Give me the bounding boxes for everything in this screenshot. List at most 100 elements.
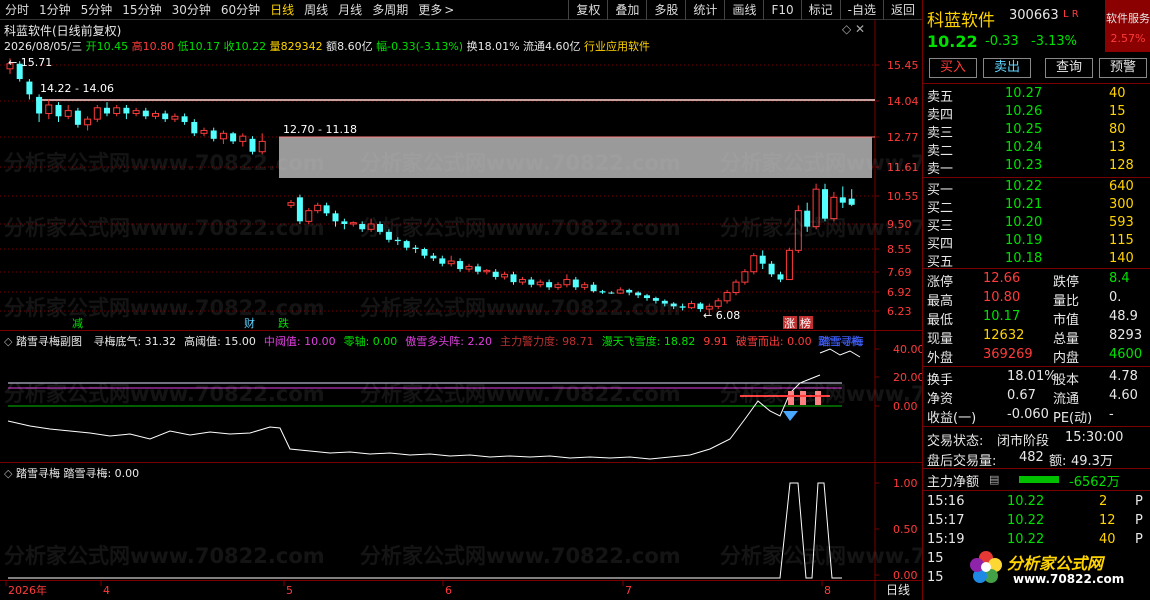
candle-body-up bbox=[171, 115, 179, 120]
stock-flags: L R bbox=[1063, 9, 1079, 20]
bid-level-price: 10.22 bbox=[1005, 179, 1043, 194]
alert-button[interactable]: 预警 bbox=[1099, 58, 1147, 78]
kline-canvas: 15.4514.0412.7711.6110.559.508.557.696.9… bbox=[0, 20, 922, 330]
candle-body-up bbox=[714, 300, 722, 307]
kline-main-chart[interactable]: 科蓝软件(日线前复权) ◇ ✕ 2026/08/05/三 开10.45 高10.… bbox=[0, 20, 922, 330]
stat-label: 量比 bbox=[1053, 294, 1080, 309]
date-label: 6 bbox=[445, 584, 452, 597]
logo-text: 分析家公式网 bbox=[1007, 554, 1104, 573]
candle-body-up bbox=[785, 249, 793, 281]
query-button[interactable]: 查询 bbox=[1045, 58, 1093, 78]
toolbar-action-button[interactable]: -自选 bbox=[839, 0, 883, 20]
candle-body-up bbox=[723, 292, 731, 302]
ask-level-row[interactable]: 卖三 10.25 80 bbox=[923, 122, 1150, 141]
date-label: 2026年 bbox=[8, 583, 47, 597]
toolbar-action-button[interactable]: 标记 bbox=[800, 0, 840, 20]
stat-row: 换手 18.01% 股本 4.78 bbox=[923, 369, 1150, 388]
stat-label: 收益(一) bbox=[927, 411, 977, 426]
stat-row: 最高 10.80 量比 0. bbox=[923, 290, 1150, 309]
ask-level-row[interactable]: 卖二 10.24 13 bbox=[923, 140, 1150, 159]
candle-body-down bbox=[839, 197, 846, 203]
bid-level-row[interactable]: 买三 10.20 593 bbox=[923, 215, 1150, 234]
toolbar-action-button[interactable]: F10 bbox=[763, 0, 800, 20]
tick-time: 15:19 bbox=[927, 532, 965, 547]
bid-level-label: 买二 bbox=[927, 201, 954, 216]
divider bbox=[923, 268, 1150, 269]
flower-logo-icon bbox=[970, 551, 1002, 583]
candle-body-down bbox=[421, 249, 428, 256]
watermark-text: 分析家公式网www.70822.com bbox=[360, 296, 681, 320]
stat-label: 股本 bbox=[1053, 373, 1080, 388]
price-change-pct: -3.13% bbox=[1031, 34, 1077, 49]
price-axis-label: 10.55 bbox=[887, 190, 919, 203]
candle-body-up bbox=[84, 118, 92, 126]
price-axis-label: 12.77 bbox=[887, 131, 919, 144]
period-tab[interactable]: 多周期 bbox=[367, 0, 413, 20]
candle-body-up bbox=[616, 289, 624, 294]
toolbar-action-button[interactable]: 复权 bbox=[568, 0, 607, 20]
bid-level-volume: 115 bbox=[1109, 233, 1134, 248]
buy-button[interactable]: 买入 bbox=[929, 58, 977, 78]
indicator-panel-2[interactable]: ◇ 踏雪寻梅 踏雪寻梅: 0.00 1.00 0.50 0.00 分析家公式网www.… bbox=[0, 462, 922, 580]
bid-level-row[interactable]: 买一 10.22 640 bbox=[923, 179, 1150, 198]
candle-body-down bbox=[590, 284, 597, 292]
candle-body-down bbox=[599, 291, 606, 293]
divider bbox=[923, 366, 1150, 367]
period-tab[interactable]: 15分钟 bbox=[117, 0, 166, 20]
stat-label: 最低 bbox=[927, 313, 954, 328]
indicator-panel-1[interactable]: ◇ 踏雪寻梅副图 寻梅底气: 31.32 高阈值: 15.00 中阈值: 10.00… bbox=[0, 330, 922, 462]
candle-body-down bbox=[474, 266, 481, 272]
bid-level-row[interactable]: 买五 10.18 140 bbox=[923, 251, 1150, 270]
stat-row: 收益(一) -0.060 PE(动) - bbox=[923, 407, 1150, 426]
price-axis-label: 15.45 bbox=[887, 59, 919, 72]
ask-level-row[interactable]: 卖五 10.27 40 bbox=[923, 86, 1150, 105]
bid-level-volume: 140 bbox=[1109, 251, 1134, 266]
bid-level-price: 10.18 bbox=[1005, 251, 1043, 266]
bid-level-row[interactable]: 买四 10.19 115 bbox=[923, 233, 1150, 252]
chart-mode-label[interactable]: 日线 bbox=[886, 583, 910, 597]
period-tab[interactable]: 5分钟 bbox=[76, 0, 118, 20]
ask-level-volume: 15 bbox=[1109, 104, 1126, 119]
candle-body-up bbox=[465, 265, 473, 270]
candle-body-down bbox=[104, 107, 110, 114]
ask-level-price: 10.25 bbox=[1005, 122, 1043, 137]
ask-level-price: 10.26 bbox=[1005, 104, 1043, 119]
candle-body-down bbox=[439, 258, 446, 264]
period-tab[interactable]: 1分钟 bbox=[34, 0, 76, 20]
ask-level-row[interactable]: 卖一 10.23 128 bbox=[923, 158, 1150, 177]
stat-row: 外盘 369269 内盘 4600 bbox=[923, 347, 1150, 366]
stat-value: 4600 bbox=[1109, 347, 1143, 362]
divider bbox=[923, 468, 1150, 469]
bid-level-row[interactable]: 买二 10.21 300 bbox=[923, 197, 1150, 216]
candle-body-up bbox=[132, 110, 140, 114]
stat-label: 跌停 bbox=[1053, 275, 1080, 290]
bid-level-label: 买四 bbox=[927, 237, 954, 252]
sell-button[interactable]: 卖出 bbox=[983, 58, 1031, 78]
period-tab[interactable]: 日线 bbox=[265, 0, 299, 20]
bid-level-volume: 300 bbox=[1109, 197, 1134, 212]
ask-level-row[interactable]: 卖四 10.26 15 bbox=[923, 104, 1150, 123]
period-tab[interactable]: 30分钟 bbox=[167, 0, 216, 20]
toolbar-action-button[interactable]: 画线 bbox=[724, 0, 763, 20]
ask-level-volume: 80 bbox=[1109, 122, 1126, 137]
watermark-text: 分析家公式网www.70822.com bbox=[4, 296, 325, 320]
period-tab[interactable]: 更多 > bbox=[413, 0, 459, 20]
toolbar-action-button[interactable]: 统计 bbox=[685, 0, 724, 20]
toolbar-action-button[interactable]: 多股 bbox=[646, 0, 685, 20]
trade-status-label: 交易状态: bbox=[927, 434, 984, 449]
toolbar-action-button[interactable]: 叠加 bbox=[607, 0, 646, 20]
net-flow-menu-icon[interactable]: ▤ bbox=[989, 473, 999, 486]
period-tab[interactable]: 60分钟 bbox=[216, 0, 265, 20]
period-tab[interactable]: 月线 bbox=[333, 0, 367, 20]
quote-panel: 科蓝软件 300663 L R 软件服务 2.57% 10.22 -0.33 -… bbox=[922, 0, 1150, 600]
period-tab[interactable]: 分时 bbox=[0, 0, 34, 20]
price-axis-label: 6.23 bbox=[887, 305, 912, 318]
after-hours-row: 盘后交易量: 482 额: 49.3万 bbox=[923, 450, 1150, 469]
candle-body-up bbox=[113, 107, 121, 114]
watermark-text: 分析家公式网www.70822.com bbox=[4, 151, 325, 175]
oscillator-tail-line bbox=[819, 348, 861, 358]
ask-level-price: 10.24 bbox=[1005, 140, 1043, 155]
price-row: 10.22 -0.33 -3.13% bbox=[923, 32, 1150, 54]
toolbar-action-button[interactable]: 返回 bbox=[882, 0, 922, 20]
period-tab[interactable]: 周线 bbox=[299, 0, 333, 20]
